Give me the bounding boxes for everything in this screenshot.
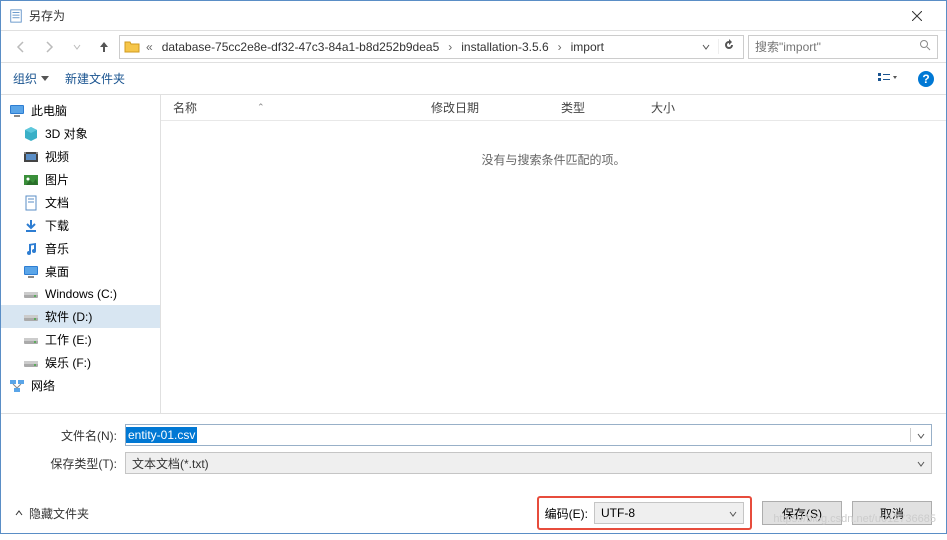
column-date[interactable]: 修改日期: [419, 99, 549, 116]
back-button[interactable]: [9, 35, 33, 59]
encoding-value: UTF-8: [601, 506, 635, 520]
filetype-value: 文本文档(*.txt): [132, 455, 209, 472]
sidebar-item-label: 3D 对象: [45, 125, 88, 142]
sidebar-item-label: Windows (C:): [45, 287, 117, 301]
filetype-combo[interactable]: 文本文档(*.txt): [125, 452, 932, 474]
hide-folders-label: 隐藏文件夹: [29, 505, 89, 522]
sidebar-item[interactable]: 娱乐 (F:): [1, 351, 160, 374]
cancel-button[interactable]: 取消: [852, 501, 932, 525]
sidebar-item[interactable]: 桌面: [1, 260, 160, 283]
up-button[interactable]: [93, 36, 115, 58]
refresh-button[interactable]: [718, 39, 739, 54]
filename-dropdown[interactable]: [910, 428, 931, 442]
filename-label: 文件名(N):: [15, 427, 125, 444]
sidebar-item-label: 软件 (D:): [45, 308, 92, 325]
chevron-right-icon: ›: [446, 40, 454, 54]
chevron-right-icon: ›: [556, 40, 564, 54]
sidebar-item-label: 图片: [45, 171, 69, 188]
encoding-label: 编码(E):: [545, 505, 588, 522]
sidebar-this-pc[interactable]: 此电脑: [1, 99, 160, 122]
sidebar-item-label: 桌面: [45, 263, 69, 280]
image-icon: [23, 172, 39, 188]
column-name[interactable]: 名称 ⌃: [161, 99, 419, 116]
filename-input[interactable]: entity-01.csv: [125, 424, 932, 446]
sidebar-item-label: 音乐: [45, 240, 69, 257]
drive-icon: [23, 286, 39, 302]
film-icon: [23, 149, 39, 165]
drive-icon: [23, 332, 39, 348]
desktop-icon: [23, 264, 39, 280]
network-icon: [9, 378, 25, 394]
view-button[interactable]: [874, 70, 902, 88]
sidebar-label: 此电脑: [31, 102, 67, 119]
sidebar-item[interactable]: 视频: [1, 145, 160, 168]
filename-value: entity-01.csv: [126, 427, 197, 443]
sidebar-item[interactable]: 文档: [1, 191, 160, 214]
help-button[interactable]: ?: [918, 71, 934, 87]
sidebar-item-label: 工作 (E:): [45, 331, 92, 348]
encoding-combo[interactable]: UTF-8: [594, 502, 744, 524]
new-folder-label: 新建文件夹: [65, 70, 125, 87]
breadcrumb-item[interactable]: installation-3.5.6: [458, 40, 551, 54]
doc-icon: [23, 195, 39, 211]
breadcrumb-item[interactable]: import: [568, 40, 607, 54]
sidebar-item[interactable]: Windows (C:): [1, 283, 160, 305]
sidebar-item-label: 下载: [45, 217, 69, 234]
organize-label: 组织: [13, 70, 37, 87]
breadcrumb-prefix: «: [144, 40, 155, 54]
cube-icon: [23, 126, 39, 142]
filetype-label: 保存类型(T):: [15, 455, 125, 472]
file-list: 没有与搜索条件匹配的项。: [161, 121, 946, 413]
download-icon: [23, 218, 39, 234]
address-bar[interactable]: « database-75cc2e8e-df32-47c3-84a1-b8d25…: [119, 35, 744, 59]
search-box[interactable]: [748, 35, 938, 59]
window-icon: [9, 9, 23, 23]
search-input[interactable]: [755, 40, 919, 54]
sort-indicator-icon: ⌃: [257, 102, 265, 113]
forward-button[interactable]: [37, 35, 61, 59]
sidebar-item[interactable]: 3D 对象: [1, 122, 160, 145]
sidebar-item-label: 文档: [45, 194, 69, 211]
address-dropdown[interactable]: [698, 40, 714, 54]
search-icon[interactable]: [919, 39, 931, 54]
music-icon: [23, 241, 39, 257]
recent-dropdown[interactable]: [65, 35, 89, 59]
drive-icon: [23, 309, 39, 325]
organize-button[interactable]: 组织: [13, 70, 49, 87]
column-size[interactable]: 大小: [639, 99, 719, 116]
sidebar-item[interactable]: 音乐: [1, 237, 160, 260]
sidebar-label: 网络: [31, 377, 55, 394]
pc-icon: [9, 103, 25, 119]
sidebar: 此电脑 3D 对象视频图片文档下载音乐桌面 Windows (C:) 软件 (D:)…: [1, 95, 161, 413]
sidebar-network[interactable]: 网络: [1, 374, 160, 397]
column-headers: 名称 ⌃ 修改日期 类型 大小: [161, 95, 946, 121]
chevron-down-icon: [917, 456, 925, 470]
hide-folders-button[interactable]: 隐藏文件夹: [15, 505, 89, 522]
drive-icon: [23, 355, 39, 371]
sidebar-item[interactable]: 下载: [1, 214, 160, 237]
sidebar-item[interactable]: 软件 (D:): [1, 305, 160, 328]
encoding-highlight: 编码(E): UTF-8: [537, 496, 752, 530]
column-type[interactable]: 类型: [549, 99, 639, 116]
save-button[interactable]: 保存(S): [762, 501, 842, 525]
folder-icon: [124, 39, 140, 55]
sidebar-item[interactable]: 工作 (E:): [1, 328, 160, 351]
breadcrumb-item[interactable]: database-75cc2e8e-df32-47c3-84a1-b8d252b…: [159, 40, 443, 54]
empty-message: 没有与搜索条件匹配的项。: [481, 151, 625, 168]
chevron-down-icon: [729, 506, 737, 520]
window-title: 另存为: [29, 7, 896, 24]
sidebar-item-label: 娱乐 (F:): [45, 354, 91, 371]
new-folder-button[interactable]: 新建文件夹: [65, 70, 125, 87]
sidebar-item-label: 视频: [45, 148, 69, 165]
close-button[interactable]: [896, 2, 938, 30]
sidebar-item[interactable]: 图片: [1, 168, 160, 191]
chevron-up-icon: [15, 509, 23, 517]
